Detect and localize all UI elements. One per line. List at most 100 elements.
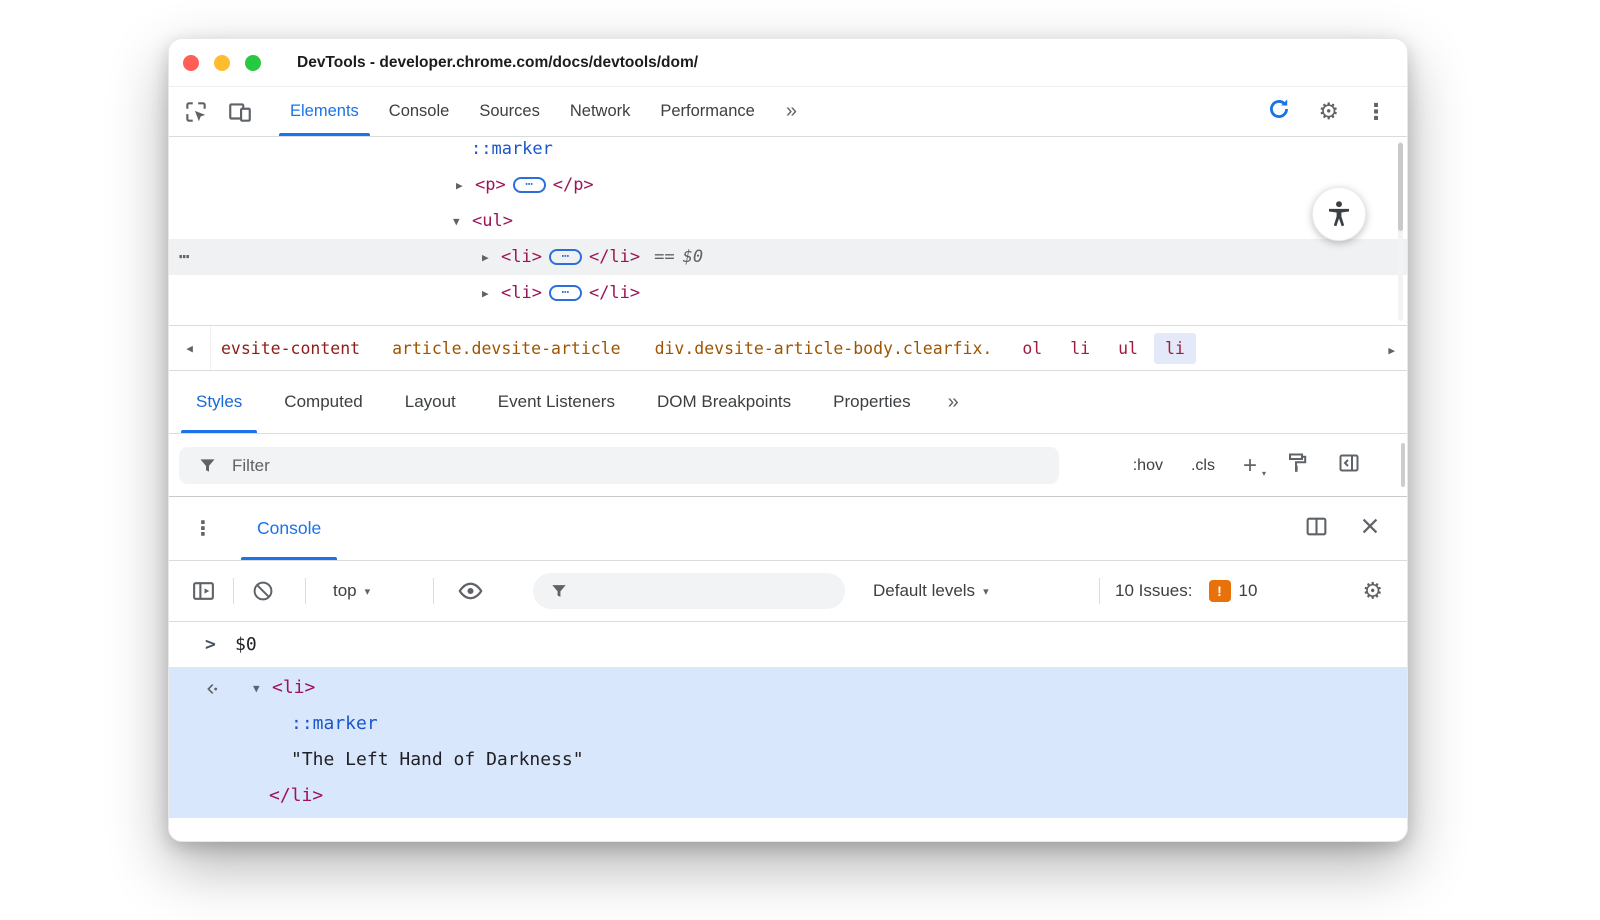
tab-properties[interactable]: Properties	[812, 371, 931, 433]
tab-event-listeners[interactable]: Event Listeners	[477, 371, 636, 433]
tree-row-pseudo-marker[interactable]: ::marker	[169, 137, 1407, 167]
console-filter-input[interactable]	[533, 573, 845, 609]
toggle-element-state-button[interactable]: :hov	[1133, 457, 1163, 475]
console-drawer-header: ⋮ Console	[169, 497, 1407, 561]
breadcrumb-scroll-left-icon[interactable]: ◀	[169, 326, 211, 370]
paint-roller-icon[interactable]	[1285, 451, 1309, 480]
disclosure-collapsed-icon[interactable]: ▶	[482, 240, 496, 276]
breadcrumb-item[interactable]: article.devsite-article	[392, 339, 620, 358]
result-line-text[interactable]: "The Left Hand of Darkness"	[169, 742, 1407, 778]
disclosure-collapsed-icon[interactable]: ▶	[482, 276, 496, 312]
inspect-element-icon[interactable]	[179, 87, 213, 136]
filter-funnel-icon	[200, 459, 215, 472]
returned-value-icon	[201, 679, 221, 704]
tab-elements[interactable]: Elements	[275, 87, 374, 136]
styles-filter-bar: Filter :hov .cls + ▾	[169, 434, 1407, 497]
devtools-window: DevTools - developer.chrome.com/docs/dev…	[168, 38, 1408, 842]
issues-counter[interactable]: 10 Issues: ! 10	[1115, 580, 1257, 602]
tab-layout[interactable]: Layout	[384, 371, 477, 433]
inline-expand-button[interactable]: ⋯	[512, 177, 546, 193]
overflow-indicator-icon[interactable]: ⋯	[179, 239, 190, 275]
drawer-tab-console[interactable]: Console	[241, 497, 338, 560]
device-toolbar-icon[interactable]	[223, 87, 257, 136]
close-window-button[interactable]	[183, 55, 199, 71]
breadcrumb-scroll-right-icon[interactable]: ▶	[1388, 344, 1395, 357]
toolbar-divider	[305, 578, 306, 604]
toolbar-divider	[1099, 578, 1100, 604]
live-expression-eye-icon[interactable]	[457, 578, 484, 605]
scrollbar-thumb[interactable]	[1401, 443, 1405, 487]
extension-sync-icon[interactable]	[1266, 96, 1292, 127]
inline-expand-button[interactable]: ⋯	[548, 285, 582, 301]
panel-tabs: Elements Console Sources Network Perform…	[275, 87, 770, 136]
settings-gear-icon[interactable]: ⚙	[1318, 100, 1339, 123]
traffic-lights	[183, 55, 261, 71]
console-settings-gear-icon[interactable]: ⚙	[1362, 579, 1383, 603]
tree-row-p[interactable]: ▶ <p> ⋯ </p>	[169, 167, 1407, 203]
new-style-rule-button[interactable]: + ▾	[1243, 453, 1266, 478]
tree-row-li[interactable]: ▶ <li> ⋯ </li>	[169, 275, 1407, 311]
drawer-menu-kebab-icon[interactable]: ⋮	[193, 497, 213, 560]
tab-network[interactable]: Network	[555, 87, 646, 136]
clear-console-icon[interactable]	[251, 579, 275, 603]
log-levels-dropdown[interactable]: Default levels ▾	[873, 581, 989, 601]
caret-down-icon: ▾	[983, 585, 989, 598]
tab-dom-breakpoints[interactable]: DOM Breakpoints	[636, 371, 812, 433]
disclosure-collapsed-icon[interactable]: ▶	[456, 168, 470, 204]
result-line-open-tag[interactable]: ▼ <li>	[169, 670, 1407, 706]
more-panels-icon[interactable]: »	[786, 87, 797, 136]
result-line-close-tag[interactable]: </li>	[169, 778, 1407, 814]
console-result-highlighted[interactable]: ▼ <li> ::marker "The Left Hand of Darknes…	[169, 668, 1407, 818]
breadcrumb-item[interactable]: ul	[1118, 339, 1138, 358]
main-toolbar: Elements Console Sources Network Perform…	[169, 87, 1407, 137]
dollar-zero-label: $0	[682, 247, 704, 267]
tab-styles[interactable]: Styles	[175, 371, 263, 433]
tab-sources[interactable]: Sources	[464, 87, 555, 136]
breadcrumb-item[interactable]: div.devsite-article-body.clearfix.	[655, 339, 993, 358]
more-sidebar-tabs-icon[interactable]: »	[948, 371, 959, 433]
minimize-window-button[interactable]	[214, 55, 230, 71]
vertical-scrollbar[interactable]	[1398, 141, 1403, 321]
issues-warning-icon: !	[1208, 580, 1231, 602]
main-menu-kebab-icon[interactable]: ⋮	[1365, 100, 1387, 123]
result-line-pseudo[interactable]: ::marker	[169, 706, 1407, 742]
styles-filter-controls: :hov .cls + ▾	[1133, 434, 1361, 497]
close-drawer-icon[interactable]	[1359, 515, 1381, 542]
context-selector-dropdown[interactable]: top ▾	[333, 581, 370, 601]
console-messages: > $0 ▼ <li> ::marker "The Left Hand of Da…	[169, 622, 1407, 841]
caret-down-icon: ▾	[364, 585, 371, 598]
prompt-chevron-icon: >	[205, 634, 216, 655]
elements-dom-tree: ::marker ▶ <p> ⋯ </p> ▼ <ul> ⋯ ▶ <li> ⋯ </li> ==…	[169, 137, 1407, 325]
disclosure-expanded-icon[interactable]: ▼	[253, 671, 267, 707]
filter-placeholder: Filter	[232, 455, 270, 475]
console-sidebar-icon[interactable]	[191, 579, 216, 604]
console-prompt-row[interactable]: > $0	[169, 622, 1407, 668]
disclosure-expanded-icon[interactable]: ▼	[453, 204, 467, 240]
accessibility-person-icon	[1329, 201, 1349, 227]
tree-row-ul[interactable]: ▼ <ul>	[169, 203, 1407, 239]
toolbar-right-icons: ⚙ ⋮	[1266, 87, 1407, 136]
accessibility-shortcut-button[interactable]	[1312, 187, 1366, 241]
tab-console[interactable]: Console	[374, 87, 465, 136]
tree-row-li-selected[interactable]: ⋯ ▶ <li> ⋯ </li> == $0	[169, 239, 1407, 275]
scrollbar-thumb[interactable]	[1398, 143, 1403, 231]
toggle-sidebar-dock-icon[interactable]	[1337, 451, 1361, 480]
console-toolbar: top ▾ Default levels ▾ 10 Issues: ! 10 ⚙	[169, 561, 1407, 622]
prompt-input-value[interactable]: $0	[235, 622, 257, 668]
breadcrumb-item-selected[interactable]: li	[1153, 332, 1196, 364]
breadcrumb-item[interactable]: li	[1070, 339, 1090, 358]
tab-computed[interactable]: Computed	[263, 371, 383, 433]
styles-filter-input[interactable]: Filter	[179, 447, 1059, 484]
zoom-window-button[interactable]	[245, 55, 261, 71]
element-classes-button[interactable]: .cls	[1191, 457, 1215, 475]
split-panel-icon[interactable]	[1304, 514, 1329, 544]
tab-performance[interactable]: Performance	[645, 87, 769, 136]
breadcrumb: ◀ evsite-content article.devsite-article…	[169, 325, 1407, 371]
breadcrumb-item[interactable]: evsite-content	[221, 339, 360, 358]
titlebar: DevTools - developer.chrome.com/docs/dev…	[169, 39, 1407, 87]
drawer-header-icons	[1304, 497, 1407, 560]
caret-down-icon: ▾	[1261, 468, 1266, 478]
breadcrumb-item[interactable]: ol	[1022, 339, 1042, 358]
pseudo-element-label: ::marker	[471, 139, 553, 159]
inline-expand-button[interactable]: ⋯	[548, 249, 582, 265]
